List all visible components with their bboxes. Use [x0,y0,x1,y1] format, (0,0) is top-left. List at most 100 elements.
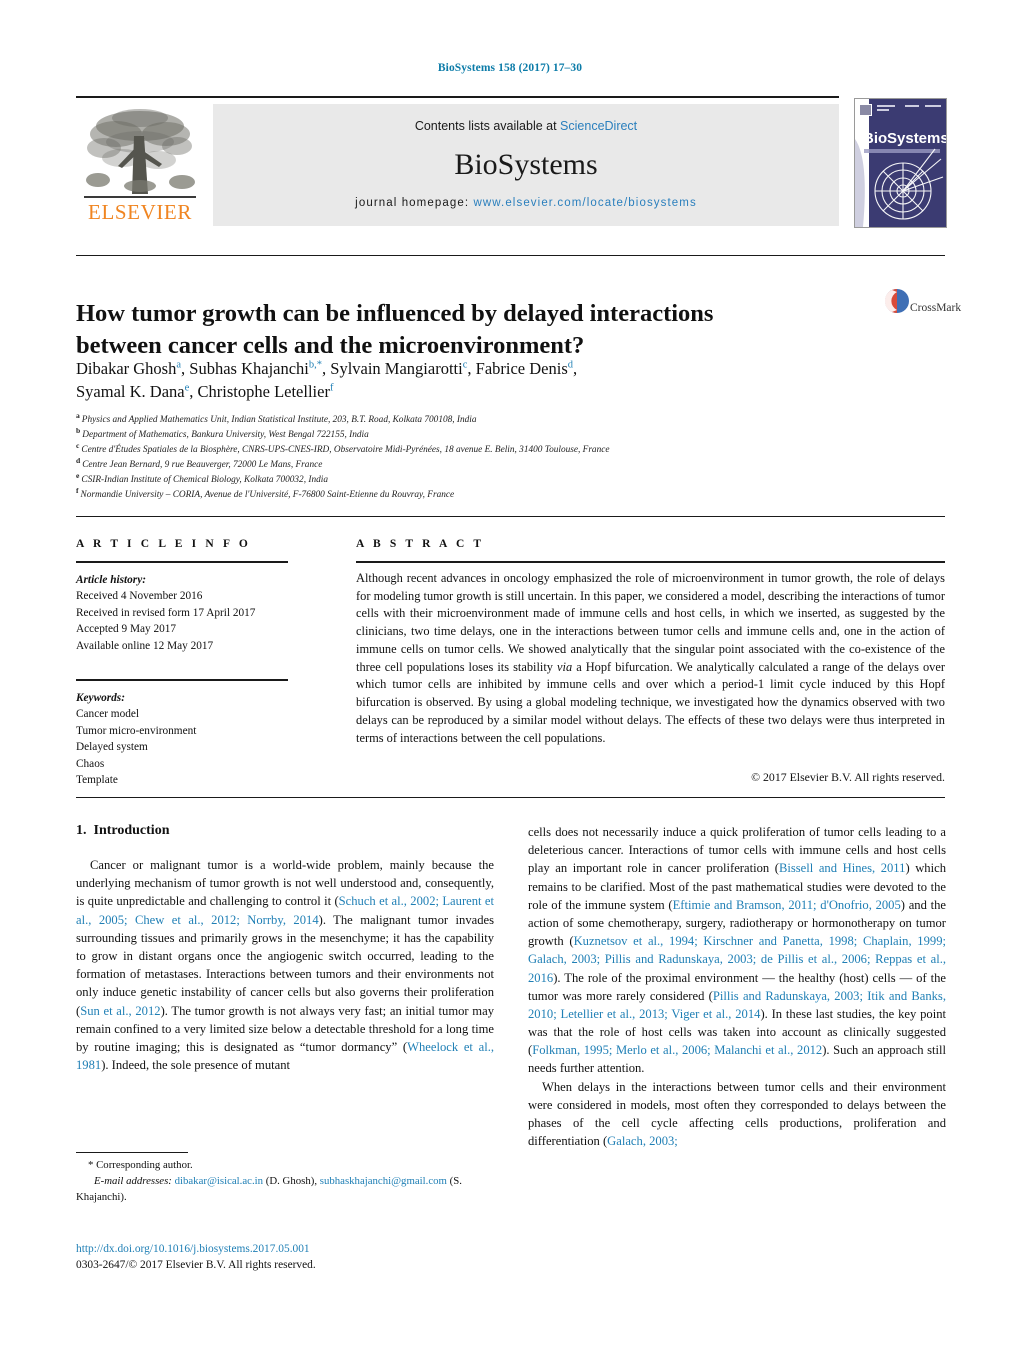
affiliation-item: f Normandie University – CORIA, Avenue de… [76,486,956,503]
citation-link[interactable]: Folkman, 1995; Merlo et al., 2006; Malan… [532,1043,822,1057]
abstract-copyright: © 2017 Elsevier B.V. All rights reserved… [751,770,945,784]
footnote-rule [76,1152,188,1153]
keyword-item: Delayed system [76,741,148,754]
citation-link[interactable]: Sun et al., 2012 [80,1004,160,1018]
citation-link[interactable]: Eftimie and Bramson, 2011; d'Onofrio, 20… [673,898,901,912]
author-name: Dibakar Ghosh [76,359,177,378]
section-title: Introduction [93,823,170,838]
sciencedirect-link[interactable]: ScienceDirect [560,119,637,133]
crossmark-badge[interactable]: CrossMark [884,288,961,340]
article-page: BioSystems 158 (2017) 17–30 ELSEVIER Con… [0,0,1020,1351]
keywords-label: Keywords: [76,692,125,704]
email-link-khajanchi[interactable]: subhaskhajanchi@gmail.com [320,1175,447,1187]
keyword-item: Cancer model [76,708,140,721]
text-run: ). The malignant tumor invades surroundi… [76,912,495,1018]
paragraph: Cancer or malignant tumor is a world-wid… [76,856,494,1074]
doi-block: http://dx.doi.org/10.1016/j.biosystems.2… [76,1242,576,1273]
body-column-right: cells does not necessarily induce a quic… [528,823,946,1150]
author-name: Christophe Letellier [197,382,330,402]
page-title: How tumor growth can be influenced by de… [76,300,714,360]
article-history-label: Article history: [76,574,146,586]
affiliation-text: Centre d'Études Spatiales de la Biosphèr… [81,445,610,456]
keywords-block: Keywords: Cancer model Tumor micro-envir… [76,690,306,788]
issn-copyright-line: 0303-2647/© 2017 Elsevier B.V. All right… [76,1258,316,1271]
elsevier-wordmark: ELSEVIER [88,200,192,224]
article-info-rule [76,561,288,563]
author-name: Syamal K. Dana [76,382,185,402]
logo-ground-line [84,196,196,198]
affiliation-item: e CSIR-Indian Institute of Chemical Biolo… [76,471,956,488]
svg-text:Systems: Systems [887,130,946,147]
journal-cover-thumbnail: Bio Systems [854,98,947,228]
article-info-heading: A R T I C L E I N F O [76,538,251,550]
citation-link[interactable]: Bissell and Hines, 2011 [779,861,905,875]
elsevier-tree-icon [86,109,195,194]
email-line: E-mail addresses: dibakar@isical.ac.in (… [76,1174,496,1206]
author-list: Dibakar Ghosha, Subhas Khajanchib,*, Syl… [76,359,578,402]
affiliation-text: Physics and Applied Mathematics Unit, In… [81,415,477,425]
section-heading-introduction: 1. Introduction [76,823,169,839]
keywords-rule [76,679,288,681]
keyword-item: Tumor micro-environment [76,724,197,737]
abstract-italic-via: via [557,659,573,674]
info-band-top-rule [76,516,945,517]
paragraph: cells does not necessarily induce a quic… [528,823,946,1078]
contents-prefix: Contents lists available at [414,119,561,133]
affiliation-item: a Physics and Applied Mathematics Unit, I… [76,410,956,428]
history-item: Available online 12 May 2017 [76,639,214,652]
affiliation-text: Department of Mathematics, Bankura Unive… [82,430,369,441]
text-run: When delays in the interactions between … [528,1079,946,1149]
journal-cover-art: Bio Systems [855,99,946,227]
author-name: Fabrice Denis [475,359,568,378]
author-name: Sylvain Mangiarotti [330,359,463,378]
history-item: Received 4 November 2016 [76,590,203,603]
info-band-bottom-rule [76,797,945,798]
masthead-top-rule [76,96,839,98]
contents-available-line: Contents lists available at ScienceDirec… [213,119,839,133]
footnote-star: * [88,1159,94,1171]
keyword-item: Template [76,773,118,786]
email-label: E-mail addresses: [94,1174,172,1187]
author-affiliation-mark[interactable]: b,* [309,360,322,371]
citation-link[interactable]: Galach, 2003; [607,1134,678,1148]
affiliation-mark: f [76,486,79,496]
author-affiliation-mark[interactable]: a [176,360,181,371]
abstract-text: Although recent advances in oncology emp… [356,570,945,747]
homepage-prefix: journal homepage: [355,197,474,209]
journal-title: BioSystems [454,148,598,181]
doi-link[interactable]: http://dx.doi.org/10.1016/j.biosystems.2… [76,1242,576,1258]
affiliation-mark: e [76,471,80,481]
footnote-block: * Corresponding author. E-mail addresses… [76,1158,496,1205]
affiliation-mark: b [76,425,81,435]
history-item: Accepted 9 May 2017 [76,623,177,636]
journal-homepage-link[interactable]: www.elsevier.com/locate/biosystems [473,197,696,209]
email-link-ghosh[interactable]: dibakar@isical.ac.in [175,1175,263,1187]
journal-homepage-line: journal homepage: www.elsevier.com/locat… [213,197,839,209]
affiliation-mark: c [76,441,80,450]
affiliation-mark: d [76,456,81,466]
running-head: BioSystems 158 (2017) 17–30 [437,62,583,74]
affiliation-item: b Department of Mathematics, Bankura Univ… [76,425,956,443]
journal-masthead: ELSEVIER Contents lists available at Sci… [76,96,947,233]
abstract-part-1: Although recent advances in oncology emp… [356,571,945,674]
author-affiliation-mark[interactable]: f [330,383,334,394]
keyword-item: Chaos [76,757,105,770]
paragraph: When delays in the interactions between … [528,1078,946,1151]
affiliation-mark: a [76,410,80,420]
section-number: 1. [76,823,87,838]
history-item: Received in revised form 17 April 2017 [76,606,256,619]
author-affiliation-mark[interactable]: e [185,383,190,394]
author-name: Subhas Khajanchi [189,359,309,378]
svg-text:Bio: Bio [863,130,887,147]
author-affiliation-mark[interactable]: c [463,360,468,371]
affiliation-text: CSIR-Indian Institute of Chemical Biolog… [81,475,328,486]
affiliation-text: Normandie University – CORIA, Avenue de … [80,490,455,501]
abstract-rule [356,561,945,563]
email-owner-ghosh: (D. Ghosh), [265,1174,318,1187]
journal-header-box: Contents lists available at ScienceDirec… [213,104,839,226]
body-column-left: Cancer or malignant tumor is a world-wid… [76,856,494,1074]
article-history-block: Article history: Received 4 November 201… [76,572,306,654]
author-affiliation-mark[interactable]: d [568,360,573,371]
crossmark-label: CrossMark [910,302,962,314]
text-run: ). Indeed, the sole presence of mutant [101,1058,291,1073]
